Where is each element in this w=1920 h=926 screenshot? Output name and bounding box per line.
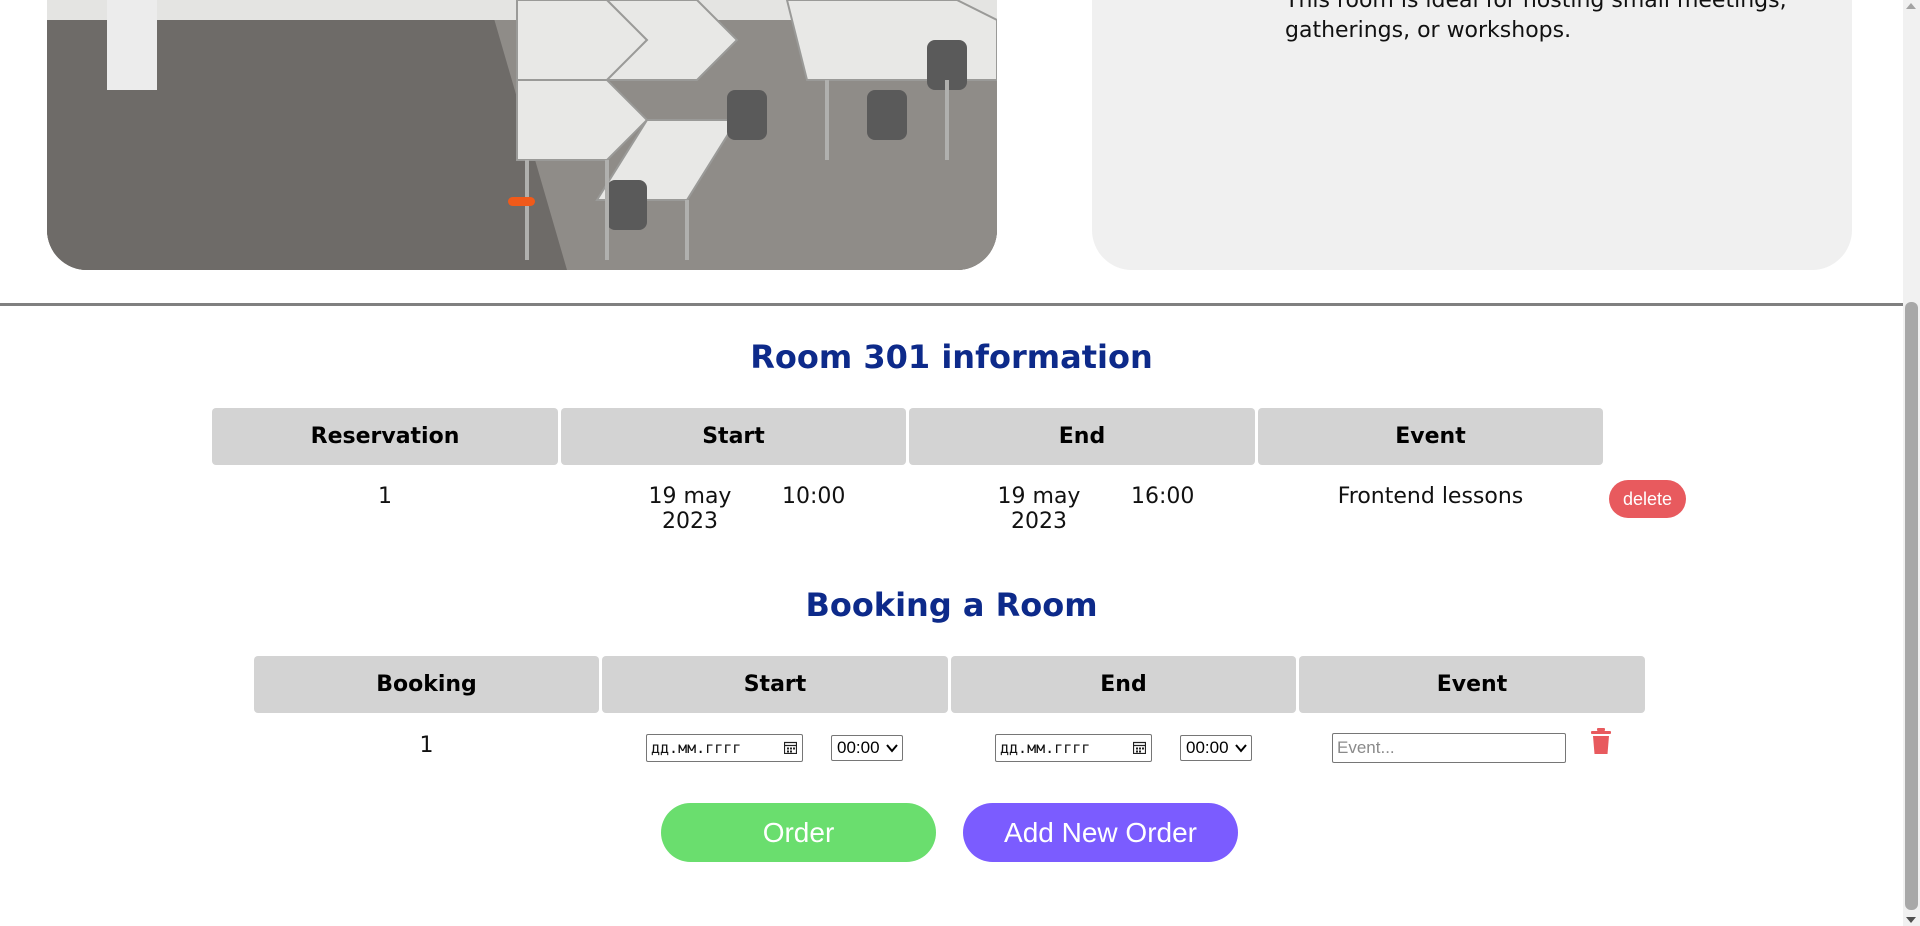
calendar-icon[interactable]	[1133, 741, 1146, 754]
start-time-value: 00:00	[837, 738, 880, 757]
description-line: gatherings, or workshops.	[1285, 18, 1572, 43]
booking-title: Booking a Room	[805, 586, 1098, 624]
trash-icon[interactable]	[1591, 728, 1611, 754]
end-time-value: 00:00	[1186, 738, 1229, 757]
section-divider	[0, 303, 1903, 306]
scrollbar[interactable]	[1903, 0, 1920, 926]
page: This room is ideal for hosting small mee…	[0, 0, 1920, 926]
event-name: Frontend lessons	[1337, 484, 1524, 509]
start-date-placeholder: дд.мм.гггг	[651, 739, 742, 757]
scrollbar-thumb[interactable]	[1905, 302, 1918, 910]
scroll-up-arrow-icon[interactable]	[1906, 3, 1916, 9]
booking-number: 1	[419, 733, 434, 758]
start-time: 10:00	[782, 484, 846, 509]
header-end: End	[909, 408, 1255, 465]
header-start: Start	[561, 408, 906, 465]
description-line: This room is ideal for hosting small mee…	[1285, 0, 1787, 13]
header-end: End	[951, 656, 1296, 713]
room-info-title: Room 301 information	[750, 338, 1153, 376]
delete-button[interactable]: delete	[1609, 480, 1686, 518]
slider-indicator[interactable]	[508, 197, 535, 206]
order-button[interactable]: Order	[661, 803, 936, 862]
header-reservation: Reservation	[212, 408, 558, 465]
reservation-number: 1	[378, 484, 392, 509]
end-date: 19 may 2023	[997, 484, 1081, 534]
calendar-icon[interactable]	[784, 741, 797, 754]
room-photo	[47, 0, 997, 270]
room-description: This room is ideal for hosting small mee…	[1285, 0, 1805, 46]
room-description-card: This room is ideal for hosting small mee…	[1092, 0, 1852, 270]
header-start: Start	[602, 656, 948, 713]
room-info-header-row: Reservation Start End Event	[212, 408, 1603, 465]
end-date-input[interactable]: дд.мм.гггг	[995, 734, 1152, 762]
start-date: 19 may 2023	[648, 484, 732, 534]
event-placeholder: Event...	[1337, 738, 1395, 757]
header-event: Event	[1258, 408, 1603, 465]
end-time-select[interactable]: 00:00	[1180, 735, 1252, 761]
end-date-placeholder: дд.мм.гггг	[1000, 739, 1091, 757]
header-booking: Booking	[254, 656, 599, 713]
header-event: Event	[1299, 656, 1645, 713]
start-date-input[interactable]: дд.мм.гггг	[646, 734, 803, 762]
room-photo-image	[47, 0, 997, 270]
chevron-down-icon	[1235, 744, 1247, 753]
end-time: 16:00	[1131, 484, 1195, 509]
booking-header-row: Booking Start End Event	[254, 656, 1645, 713]
scroll-down-arrow-icon[interactable]	[1906, 917, 1916, 923]
event-input[interactable]: Event...	[1332, 733, 1566, 763]
start-time-select[interactable]: 00:00	[831, 735, 903, 761]
add-new-order-button[interactable]: Add New Order	[963, 803, 1238, 862]
chevron-down-icon	[886, 744, 898, 753]
